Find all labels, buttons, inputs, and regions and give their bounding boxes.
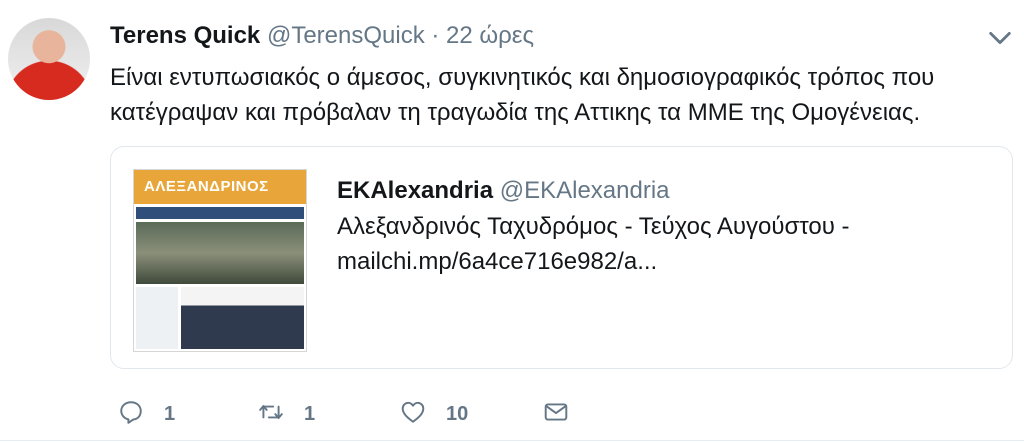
author-handle[interactable]: @TerensQuick xyxy=(267,22,425,49)
thumbnail-photo-portraits xyxy=(181,287,304,349)
tweet-time[interactable]: 22 ώρες xyxy=(446,22,534,49)
card-text-line1: Αλεξανδρινός Ταχυδρόμος - Τεύχος Αυγούστ… xyxy=(337,213,850,240)
retweet-button[interactable]: 1 xyxy=(258,396,315,432)
thumbnail-body xyxy=(136,287,304,349)
thumbnail-column xyxy=(136,287,178,349)
card-thumbnail: ΑΛΕΞΑΝΔΡΙΝΟΣ xyxy=(133,169,307,352)
retweet-count: 1 xyxy=(304,402,316,425)
message-button[interactable] xyxy=(543,396,569,432)
card-link[interactable]: mailchi.mp/6a4ce716e982/a... xyxy=(337,248,657,276)
message-icon xyxy=(543,399,569,430)
author-name[interactable]: Terens Quick xyxy=(110,22,260,49)
chevron-down-icon[interactable] xyxy=(986,24,1014,52)
avatar[interactable] xyxy=(8,18,90,100)
tweet-actions: 1 1 10 xyxy=(110,396,610,432)
quoted-tweet-card[interactable]: ΑΛΕΞΑΝΔΡΙΝΟΣ EKAlexandria @EKAlexandria … xyxy=(110,146,1013,369)
reply-count: 1 xyxy=(164,402,176,425)
thumbnail-masthead: ΑΛΕΞΑΝΔΡΙΝΟΣ xyxy=(134,170,306,204)
like-count: 10 xyxy=(446,402,469,425)
reply-button[interactable]: 1 xyxy=(118,396,175,432)
like-button[interactable]: 10 xyxy=(400,396,468,432)
heart-icon xyxy=(400,399,426,430)
card-author-handle[interactable]: @EKAlexandria xyxy=(500,177,670,204)
separator: · xyxy=(431,22,440,49)
thumbnail-headline-bar xyxy=(136,207,304,219)
tweet-text: Είναι εντυπωσιακός ο άμεσος, συγκινητικό… xyxy=(110,64,935,126)
tweet-divider xyxy=(0,440,1024,441)
card-author-name[interactable]: EKAlexandria xyxy=(337,177,493,204)
thumbnail-photo xyxy=(136,222,304,284)
card-header: EKAlexandria @EKAlexandria xyxy=(337,177,670,205)
tweet-header: Terens Quick @TerensQuick · 22 ώρες xyxy=(110,22,534,50)
retweet-icon xyxy=(258,399,284,430)
reply-icon xyxy=(118,399,144,430)
